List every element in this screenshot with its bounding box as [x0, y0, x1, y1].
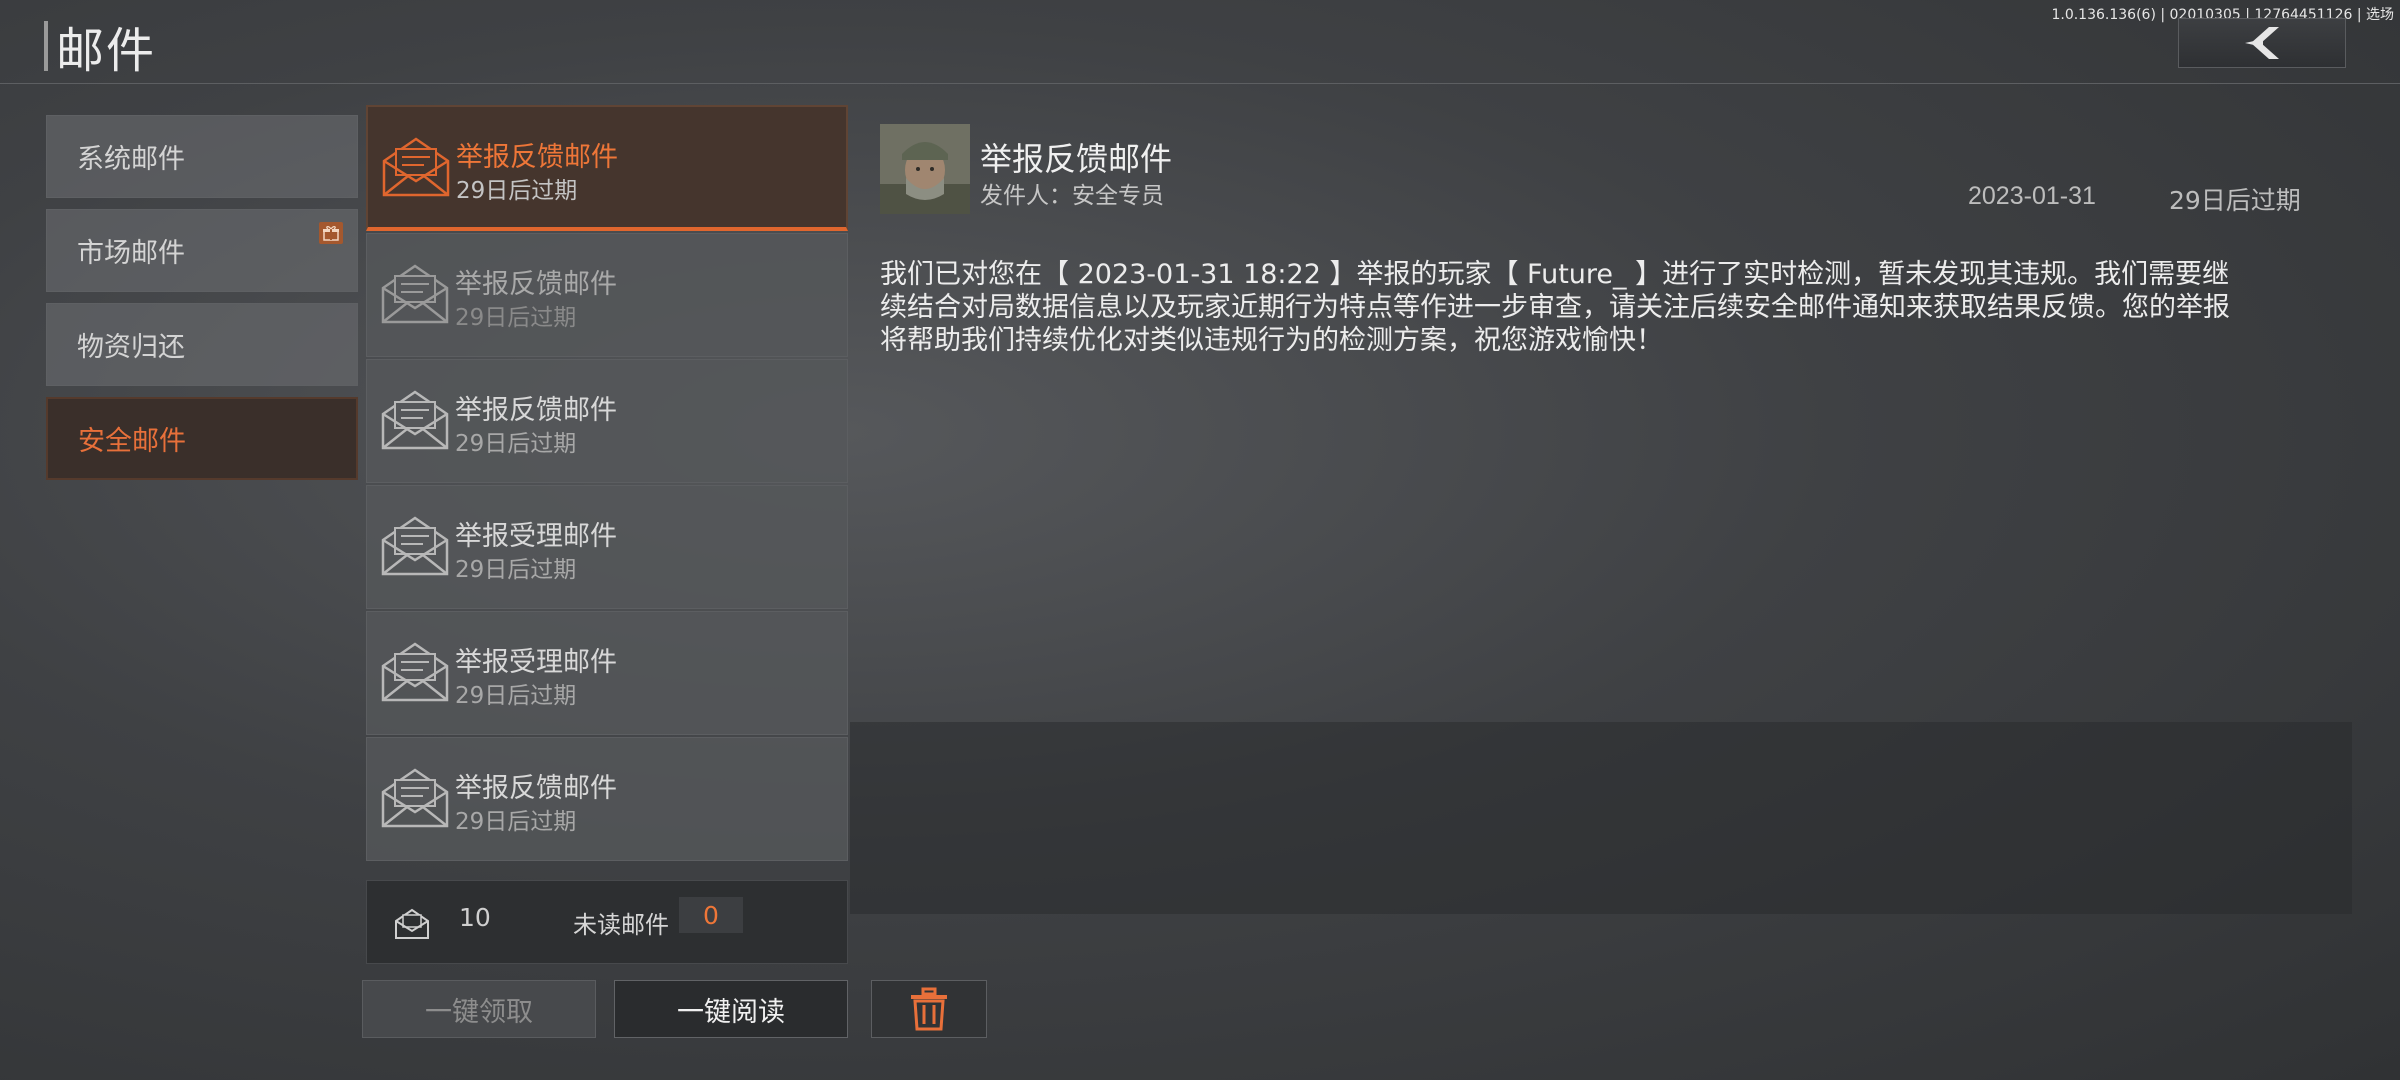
gift-icon — [319, 222, 343, 244]
category-label: 系统邮件 — [77, 144, 185, 175]
envelope-open-icon — [381, 264, 449, 324]
trash-icon — [911, 987, 947, 1031]
unread-label: 未读邮件 — [573, 911, 669, 939]
mail-list-footer: 10 未读邮件 0 — [366, 880, 848, 964]
detail-panel-shade — [850, 722, 2352, 914]
title-accent-bar — [44, 21, 48, 71]
mail-item[interactable]: 举报反馈邮件 29日后过期 — [366, 359, 848, 483]
envelope-icon — [395, 908, 429, 939]
envelope-open-icon — [381, 390, 449, 450]
page-header: 邮件 — [44, 20, 156, 79]
mail-item[interactable]: 举报反馈邮件 29日后过期 — [366, 233, 848, 357]
header-divider — [0, 83, 2400, 84]
sender-avatar — [880, 124, 970, 214]
mail-expire: 29日后过期 — [455, 431, 577, 457]
mail-expire: 29日后过期 — [455, 683, 577, 709]
mail-expire: 29日后过期 — [455, 809, 577, 835]
envelope-open-icon — [381, 642, 449, 702]
mail-detail-body: 我们已对您在【 2023-01-31 18:22 】举报的玩家【 Future_… — [880, 258, 2290, 357]
envelope-open-icon — [381, 516, 449, 576]
category-supply-return[interactable]: 物资归还 — [46, 303, 358, 386]
category-label: 物资归还 — [77, 332, 185, 363]
category-sidebar: 系统邮件 市场邮件 物资归还 安全邮件 — [46, 115, 358, 491]
mail-item[interactable]: 举报受理邮件 29日后过期 — [366, 485, 848, 609]
page-title: 邮件 — [56, 23, 157, 79]
mail-expire: 29日后过期 — [456, 178, 578, 204]
mail-title: 举报受理邮件 — [455, 647, 617, 678]
category-market-mail[interactable]: 市场邮件 — [46, 209, 358, 292]
mail-list[interactable]: 举报反馈邮件 29日后过期 举报反馈邮件 29日后过期 举报反馈邮件 29日后过… — [366, 105, 848, 963]
mail-title: 举报反馈邮件 — [455, 269, 617, 300]
mail-item[interactable]: 举报反馈邮件 29日后过期 — [366, 105, 848, 231]
mail-detail-expire: 29日后过期 — [2169, 186, 2301, 215]
category-label: 安全邮件 — [78, 426, 186, 457]
category-system-mail[interactable]: 系统邮件 — [46, 115, 358, 198]
mail-item[interactable]: 举报反馈邮件 29日后过期 — [366, 737, 848, 861]
envelope-open-icon — [382, 137, 450, 197]
body-line: 我们已对您在【 2023-01-31 18:22 】举报的玩家【 Future_… — [880, 259, 2230, 290]
mail-detail-title: 举报反馈邮件 — [980, 140, 1173, 178]
category-security-mail[interactable]: 安全邮件 — [46, 397, 358, 480]
unread-count: 0 — [679, 897, 743, 933]
mail-title: 举报反馈邮件 — [456, 142, 618, 173]
mail-item[interactable]: 举报受理邮件 29日后过期 — [366, 611, 848, 735]
body-line: 将帮助我们持续优化对类似违规行为的检测方案，祝您游戏愉快！ — [880, 325, 1663, 356]
mail-detail-sender: 发件人：安全专员 — [980, 183, 1164, 209]
mail-title: 举报反馈邮件 — [455, 773, 617, 804]
envelope-open-icon — [381, 768, 449, 828]
claim-all-button[interactable]: 一键领取 — [362, 980, 596, 1038]
chevron-left-icon — [2245, 27, 2279, 59]
delete-button[interactable] — [871, 980, 987, 1038]
category-label: 市场邮件 — [77, 238, 185, 269]
back-button[interactable] — [2178, 18, 2346, 68]
mail-title: 举报受理邮件 — [455, 521, 617, 552]
body-line: 续结合对局数据信息以及玩家近期行为特点等作进一步审查，请关注后续安全邮件通知来获… — [880, 292, 2230, 323]
mail-count: 10 — [459, 903, 491, 932]
mail-expire: 29日后过期 — [455, 557, 577, 583]
mail-expire: 29日后过期 — [455, 305, 577, 331]
mail-detail-date: 2023-01-31 — [1968, 182, 2096, 210]
mail-title: 举报反馈邮件 — [455, 395, 617, 426]
read-all-button[interactable]: 一键阅读 — [614, 980, 848, 1038]
